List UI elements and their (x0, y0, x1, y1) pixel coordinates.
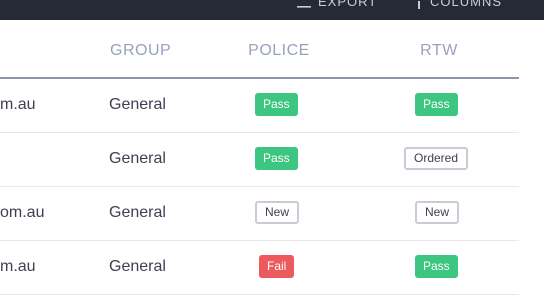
group-cell: General (109, 96, 166, 113)
email-cell: m.au (0, 96, 36, 113)
police-status-badge: New (255, 201, 300, 224)
export-icon (296, 0, 312, 9)
columns-button[interactable]: COLUMNS (414, 0, 502, 11)
email-cell: om.au (0, 204, 45, 221)
column-header-police[interactable]: POLICE (248, 42, 310, 64)
column-header-rtw[interactable]: RTW (418, 42, 460, 64)
group-cell: General (109, 204, 166, 221)
rtw-status-badge: Pass (415, 93, 458, 116)
table-row[interactable]: m.au General Fail Pass (0, 241, 519, 295)
police-status-badge: Pass (255, 93, 298, 116)
column-header-group[interactable]: GROUP (110, 42, 171, 64)
columns-icon (414, 0, 424, 9)
rtw-status-badge: Pass (415, 255, 458, 278)
export-label: EXPORT (318, 0, 378, 9)
email-cell: m.au (0, 258, 36, 275)
export-button[interactable]: EXPORT (296, 0, 377, 11)
top-toolbar: EXPORT COLUMNS (0, 0, 544, 20)
rtw-status-badge: Ordered (404, 147, 469, 170)
table-row[interactable]: om.au General New New (0, 187, 519, 241)
group-cell: General (109, 150, 166, 167)
columns-label: COLUMNS (430, 0, 503, 9)
police-status-badge: Fail (259, 255, 295, 278)
table-row[interactable]: General Pass Ordered (0, 133, 519, 187)
rtw-status-badge: New (415, 201, 460, 224)
table-row[interactable]: m.au General Pass Pass (0, 79, 519, 133)
group-cell: General (109, 258, 166, 275)
police-status-badge: Pass (255, 147, 298, 170)
